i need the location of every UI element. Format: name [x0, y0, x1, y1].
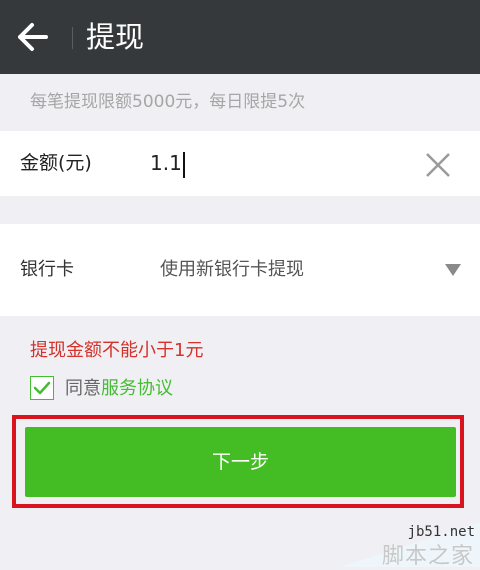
amount-row: 金额(元) 1.1	[0, 131, 480, 196]
text-caret	[182, 151, 185, 178]
app-bar: 提现	[0, 0, 480, 74]
title-divider	[72, 27, 73, 49]
bank-card-label: 银行卡	[20, 259, 74, 280]
amount-input[interactable]: 1.1	[150, 131, 185, 196]
checkmark-icon	[33, 381, 51, 395]
watermark-name: 脚本之家	[381, 544, 474, 569]
amount-label: 金额(元)	[20, 152, 92, 174]
arrow-left-icon	[18, 23, 48, 51]
amount-value: 1.1	[150, 151, 182, 175]
agreement-prefix: 同意	[65, 378, 101, 399]
agreement-checkbox[interactable]	[30, 376, 54, 400]
error-message: 提现金额不能小于1元	[30, 340, 204, 361]
close-icon	[426, 153, 450, 177]
agreement-text: 同意服务协议	[65, 376, 173, 402]
limit-notice: 每笔提现限额5000元，每日限提5次	[30, 92, 306, 112]
next-step-button[interactable]: 下一步	[25, 427, 456, 497]
page-title: 提现	[86, 20, 145, 54]
bank-card-row[interactable]: 银行卡 使用新银行卡提现	[0, 224, 480, 316]
bank-card-select[interactable]: 使用新银行卡提现	[160, 224, 304, 316]
back-button[interactable]	[10, 17, 56, 57]
triangle-down-icon[interactable]	[445, 264, 461, 276]
service-agreement-link[interactable]: 服务协议	[101, 378, 173, 399]
clear-amount-button[interactable]	[420, 147, 456, 183]
